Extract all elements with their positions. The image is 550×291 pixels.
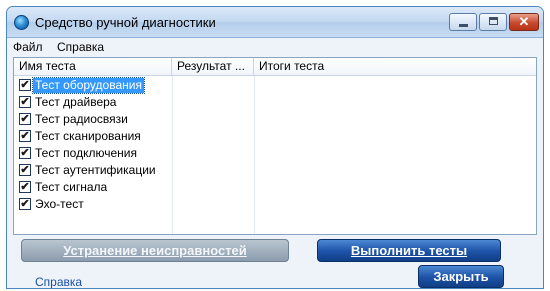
test-row[interactable]: ✔ Тест драйвера (14, 94, 172, 111)
app-icon (14, 15, 29, 30)
test-name: Тест радиосвязи (35, 112, 128, 126)
run-tests-button[interactable]: Выполнить тесты (317, 239, 501, 262)
test-checkbox[interactable]: ✔ (19, 198, 31, 210)
title-bar[interactable]: Средство ручной диагностики ✕ (7, 7, 543, 38)
troubleshoot-button[interactable]: Устранение неисправностей (21, 239, 289, 262)
column-divider (254, 76, 255, 234)
test-list[interactable]: Имя теста Результат ... Итоги теста ✔ Те… (13, 57, 537, 235)
minimize-button[interactable] (449, 13, 477, 31)
window-title: Средство ручной диагностики (35, 15, 216, 30)
maximize-icon (489, 17, 498, 25)
help-link[interactable]: Справка (35, 275, 82, 288)
list-header: Имя теста Результат ... Итоги теста (14, 58, 536, 76)
test-checkbox[interactable]: ✔ (19, 164, 31, 176)
test-name: Тест подключения (35, 146, 137, 160)
test-name: Тест оборудования (32, 77, 145, 94)
test-name: Эхо-тест (35, 197, 84, 211)
test-row[interactable]: ✔ Тест оборудования (14, 77, 172, 94)
minimize-icon (459, 24, 468, 27)
test-name: Тест драйвера (35, 95, 117, 109)
test-name: Тест сканирования (35, 129, 141, 143)
test-row[interactable]: ✔ Тест сканирования (14, 128, 172, 145)
close-window-button[interactable]: ✕ (509, 13, 539, 31)
test-row[interactable]: ✔ Тест аутентификации (14, 162, 172, 179)
menu-bar: Файл Справка (7, 38, 543, 55)
test-checkbox[interactable]: ✔ (19, 181, 31, 193)
test-row[interactable]: ✔ Тест сигнала (14, 179, 172, 196)
test-row[interactable]: ✔ Тест радиосвязи (14, 111, 172, 128)
test-name: Тест аутентификации (35, 163, 156, 177)
test-row[interactable]: ✔ Эхо-тест (14, 196, 172, 213)
close-icon: ✕ (518, 14, 530, 29)
test-name: Тест сигнала (35, 180, 108, 194)
test-checkbox[interactable]: ✔ (19, 96, 31, 108)
test-checkbox[interactable]: ✔ (19, 113, 31, 125)
column-header-result[interactable]: Результат ... (172, 58, 254, 75)
menu-file[interactable]: Файл (13, 40, 43, 54)
test-checkbox[interactable]: ✔ (19, 130, 31, 142)
test-row[interactable]: ✔ Тест подключения (14, 145, 172, 162)
diagnostics-window: Средство ручной диагностики ✕ Файл Справ… (6, 6, 544, 289)
column-header-summary[interactable]: Итоги теста (254, 58, 536, 75)
test-checkbox[interactable]: ✔ (19, 147, 31, 159)
menu-help[interactable]: Справка (57, 40, 104, 54)
maximize-button[interactable] (479, 13, 507, 31)
close-button[interactable]: Закрыть (418, 265, 504, 288)
column-header-test-name[interactable]: Имя теста (14, 58, 172, 75)
column-divider (172, 76, 173, 234)
test-checkbox[interactable]: ✔ (19, 79, 31, 91)
